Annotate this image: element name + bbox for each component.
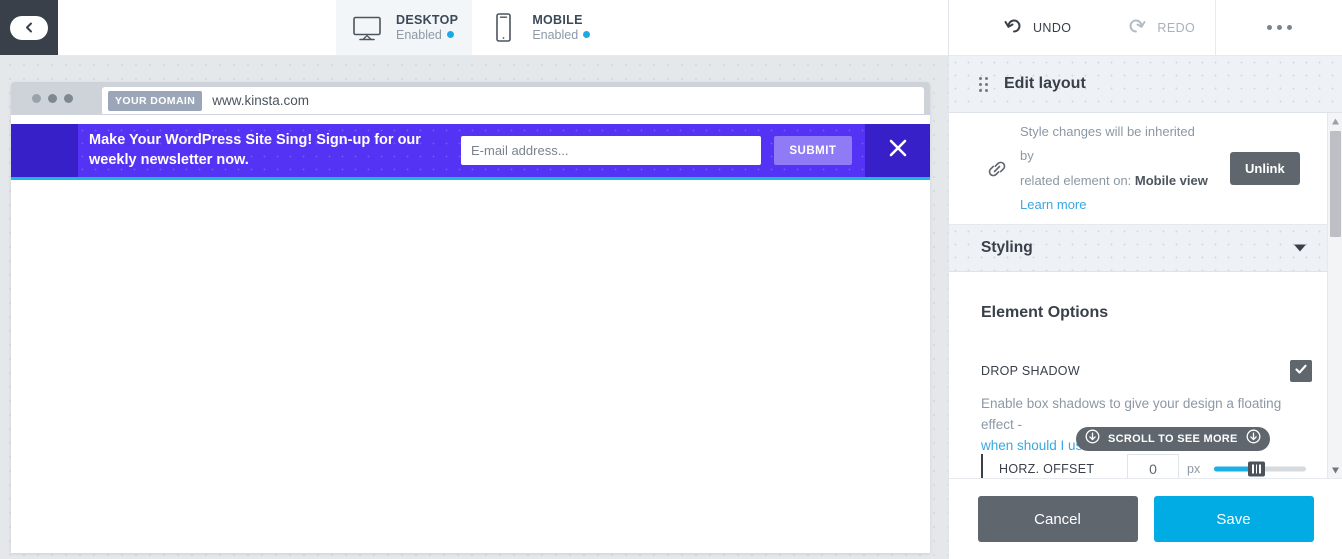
status-dot-icon [583,31,590,38]
horz-offset-slider[interactable] [1214,454,1306,478]
close-x-icon [887,137,909,164]
undo-button[interactable]: UNDO [987,15,1087,40]
save-button[interactable]: Save [1154,496,1314,542]
drop-shadow-row: DROP SHADOW [981,360,1312,382]
device-tab-mobile[interactable]: MOBILE Enabled [472,0,604,55]
address-bar[interactable]: YOUR DOMAIN www.kinsta.com [102,87,924,114]
editor-canvas-area: DESKTOP Enabled [0,0,948,559]
panel-topbar: UNDO REDO [949,0,1342,56]
horz-offset-unit: px [1187,462,1200,476]
scrollbar-down-arrow-icon[interactable] [1328,462,1342,478]
drop-shadow-checkbox[interactable] [1290,360,1312,382]
settings-side-panel: UNDO REDO [948,0,1342,559]
learn-more-link[interactable]: Learn more [1020,193,1210,217]
slider-fill [1214,467,1252,472]
page-preview-canvas: Make Your WordPress Site Sing! Sign-up f… [11,115,930,553]
inheritance-line-2: related element on: Mobile view [1020,169,1210,193]
redo-button[interactable]: REDO [1111,15,1211,40]
address-bar-url: www.kinsta.com [212,93,309,108]
inheritance-line-1: Style changes will be inherited by [1020,120,1210,168]
scroll-to-see-more-label: SCROLL TO SEE MORE [1108,433,1238,445]
mobile-phone-icon [484,12,522,44]
drag-handle-icon[interactable] [979,77,988,92]
panel-scrollbar[interactable] [1327,113,1342,478]
undo-arrow-icon [1003,15,1023,40]
submit-button[interactable]: SUBMIT [774,136,853,165]
styling-section-header[interactable]: Styling [949,225,1342,272]
undo-label: UNDO [1033,21,1071,35]
arrow-down-circle-icon [1085,429,1100,449]
horz-offset-input[interactable] [1127,454,1179,478]
inheritance-line-2-prefix: related element on: [1020,173,1135,188]
window-dot-icon [48,94,57,103]
cancel-button[interactable]: Cancel [978,496,1138,542]
inheritance-notice: Style changes will be inherited by relat… [949,113,1342,225]
browser-chrome-bar: YOUR DOMAIN www.kinsta.com [11,82,930,115]
browser-preview-frame: YOUR DOMAIN www.kinsta.com Make Your Wor… [11,82,930,553]
redo-label: REDO [1157,21,1195,35]
device-tab-desktop-label: DESKTOP [396,13,458,27]
device-tab-mobile-state-label: Enabled [532,28,578,42]
horz-offset-row: HORZ. OFFSET px [981,454,1311,478]
window-control-dots [32,94,73,103]
window-dot-icon [32,94,41,103]
chevron-down-icon[interactable] [1294,245,1306,252]
element-options-title: Element Options [981,304,1312,322]
slider-handle[interactable] [1248,462,1265,477]
device-tab-desktop-state-label: Enabled [396,28,442,42]
desktop-monitor-icon [348,14,386,42]
scrollbar-thumb[interactable] [1330,131,1341,237]
back-button[interactable] [0,0,58,55]
device-tab-desktop[interactable]: DESKTOP Enabled [336,0,472,55]
element-selection-indicator [11,177,930,180]
device-tab-mobile-label: MOBILE [532,13,590,27]
back-chevron-icon [10,16,48,40]
arrow-down-circle-icon [1246,429,1261,449]
newsletter-banner[interactable]: Make Your WordPress Site Sing! Sign-up f… [11,124,930,177]
banner-headline: Make Your WordPress Site Sing! Sign-up f… [78,131,461,169]
panel-header: Edit layout [949,56,1342,113]
chain-link-icon [980,154,1014,184]
device-tab-mobile-state: Enabled [532,28,590,42]
device-tabs: DESKTOP Enabled [336,0,604,55]
scroll-to-see-more-hint[interactable]: SCROLL TO SEE MORE [1076,427,1270,451]
checkmark-icon [1294,362,1308,381]
unlink-button[interactable]: Unlink [1230,152,1300,185]
inheritance-text: Style changes will be inherited by relat… [1020,120,1210,216]
more-options-button[interactable] [1216,0,1342,55]
editor-application: DESKTOP Enabled [0,0,1342,559]
window-dot-icon [64,94,73,103]
device-tab-desktop-state: Enabled [396,28,458,42]
more-horizontal-icon [1267,25,1292,30]
styling-section-label: Styling [981,239,1033,257]
history-controls: UNDO REDO [949,0,1216,55]
email-input[interactable] [461,136,761,165]
redo-arrow-icon [1127,15,1147,40]
device-tab-desktop-texts: DESKTOP Enabled [396,13,458,42]
page-title: Edit layout [1004,75,1086,93]
inheritance-target-view: Mobile view [1135,173,1208,188]
editor-topbar: DESKTOP Enabled [0,0,948,56]
panel-scroll-body: Style changes will be inherited by relat… [949,113,1342,478]
status-dot-icon [447,31,454,38]
banner-left-accent-block [11,124,78,177]
scrollbar-up-arrow-icon[interactable] [1328,113,1342,129]
device-tab-mobile-texts: MOBILE Enabled [532,13,590,42]
drop-shadow-label: DROP SHADOW [981,364,1080,378]
panel-footer: Cancel Save [949,478,1342,559]
domain-badge: YOUR DOMAIN [108,91,202,111]
banner-close-button[interactable] [865,124,930,177]
horz-offset-label: HORZ. OFFSET [999,462,1127,476]
